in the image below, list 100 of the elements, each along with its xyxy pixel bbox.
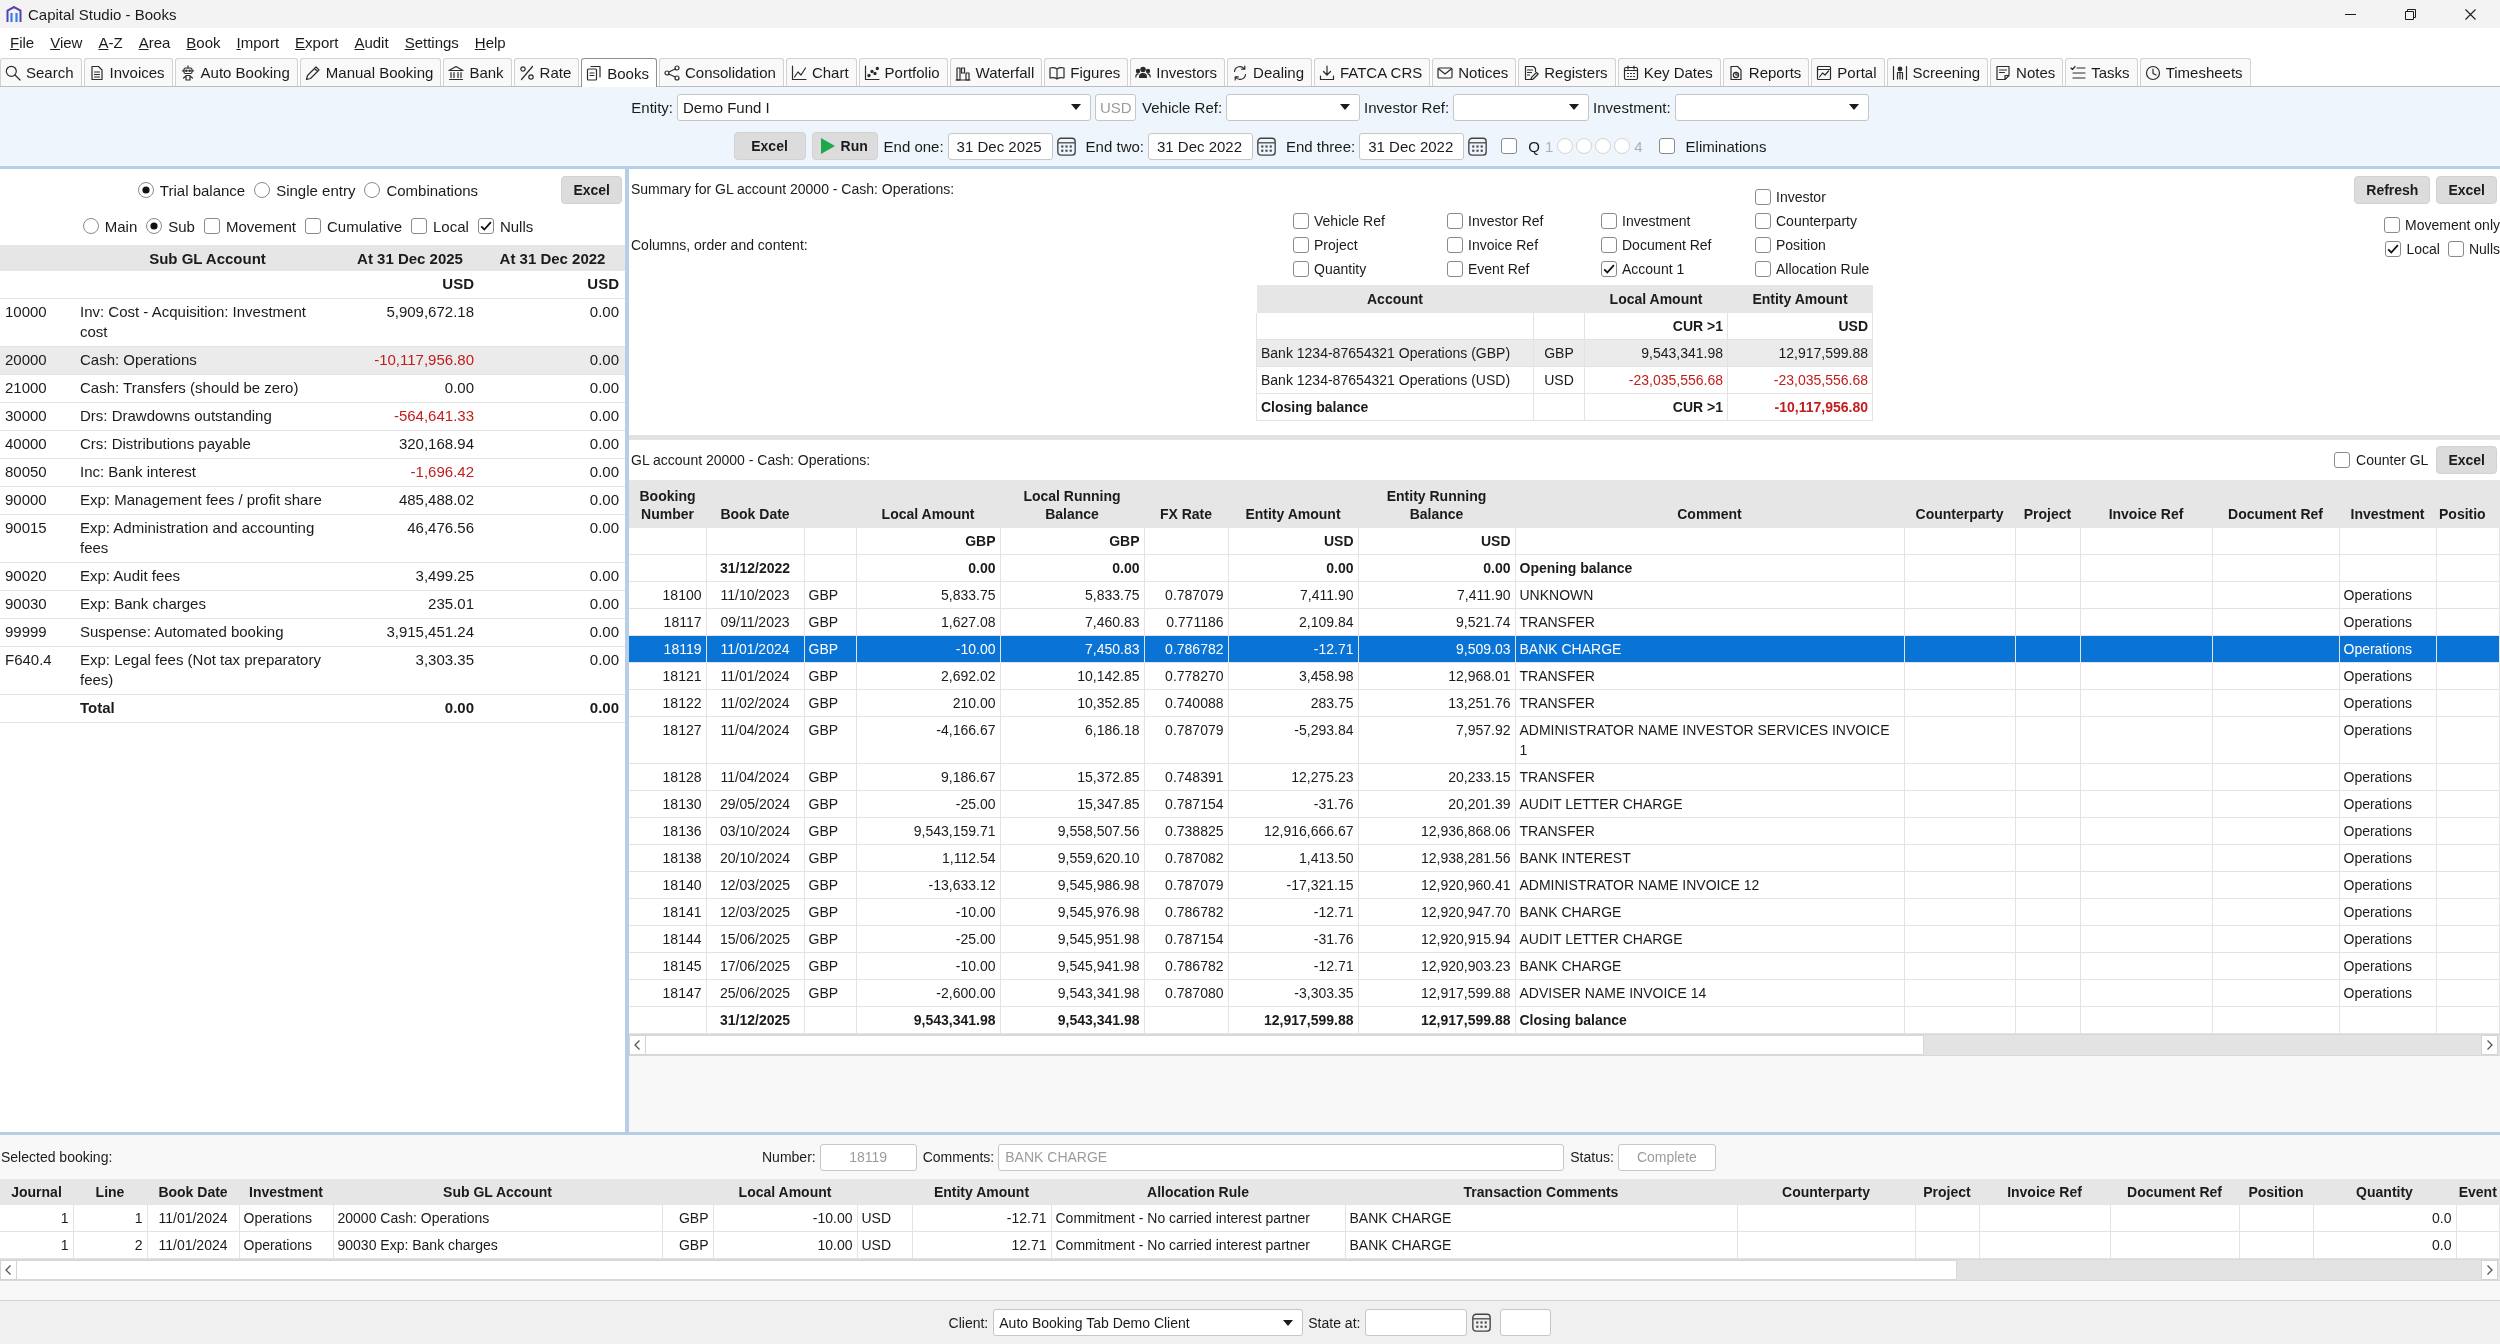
- table-cell: Operations: [2339, 790, 2436, 818]
- table-cell: 0.778270: [1144, 662, 1228, 690]
- table-cell: 15,347.85: [1000, 790, 1144, 818]
- table-cell: Drs: Drawdowns outstanding: [75, 402, 340, 431]
- table-cell: USD: [340, 271, 480, 299]
- table-cell: GBP: [804, 662, 856, 690]
- table-cell: 10,352.85: [1000, 689, 1144, 717]
- table-cell: -10.00: [856, 952, 1000, 980]
- table-cell: 17/06/2025: [706, 952, 804, 980]
- table-cell: 12,275.23: [1228, 763, 1358, 791]
- table-cell: Exp: Administration and accounting fees: [75, 514, 340, 563]
- range-label: 1: [1544, 137, 1554, 155]
- table-cell: 12,920,903.23: [1358, 952, 1515, 980]
- table-cell: 12,917,599.88: [1228, 1006, 1358, 1034]
- table-cell: 15,372.85: [1000, 763, 1144, 791]
- table-cell: 18145: [629, 952, 706, 980]
- table-cell: ADVISER NAME INVOICE 14: [1515, 979, 1904, 1007]
- table-cell: Operations: [2339, 844, 2436, 872]
- table-cell: Cash: Transfers (should be zero): [75, 374, 340, 403]
- column-header: Entity Running Balance: [1358, 480, 1515, 528]
- table-cell: 0.00: [480, 646, 625, 695]
- table-cell: 18117: [629, 608, 706, 636]
- table-cell: GBP: [804, 925, 856, 953]
- table-cell: 9,543,159.71: [856, 817, 1000, 845]
- table-cell: 31/12/2025: [706, 1006, 804, 1034]
- table-cell: BANK INTEREST: [1515, 844, 1904, 872]
- table-cell: 12,938,281.56: [1358, 844, 1515, 872]
- table-cell: Operations: [2339, 871, 2436, 899]
- table-cell: 18130: [629, 790, 706, 818]
- table-cell: 2,109.84: [1228, 608, 1358, 636]
- field-label: End two:: [1085, 137, 1144, 155]
- table-cell: -25.00: [856, 790, 1000, 818]
- table-cell: -3,303.35: [1228, 979, 1358, 1007]
- table-cell: 12,917,599.88: [1727, 339, 1873, 367]
- table-cell: 12,920,947.70: [1358, 898, 1515, 926]
- table-cell: Closing balance: [1515, 1006, 1904, 1034]
- table-cell: -10.00: [856, 635, 1000, 663]
- table-cell: 90015: [0, 514, 75, 563]
- table-cell: 0.00: [480, 486, 625, 515]
- table-cell: 20/10/2024: [706, 844, 804, 872]
- table-cell: -1,696.42: [340, 458, 480, 487]
- section-title: Summary for GL account 20000 - Cash: Operations:: [631, 180, 956, 198]
- table-cell: 0.787080: [1144, 979, 1228, 1007]
- table-cell: BANK CHARGE: [1515, 635, 1904, 663]
- table-cell: 18138: [629, 844, 706, 872]
- table-cell: Exp: Bank charges: [75, 590, 340, 619]
- table-cell: 25/06/2025: [706, 979, 804, 1007]
- table-cell: 7,450.83: [1000, 635, 1144, 663]
- table-cell: 0.00: [480, 458, 625, 487]
- table-cell: 13,251.76: [1358, 689, 1515, 717]
- table-cell: 9,509.03: [1358, 635, 1515, 663]
- table-cell: AUDIT LETTER CHARGE: [1515, 790, 1904, 818]
- table-cell: -12.71: [912, 1205, 1051, 1232]
- table-cell: Bank 1234-87654321 Operations (GBP): [1256, 339, 1534, 367]
- table-cell: 29/05/2024: [706, 790, 804, 818]
- table-cell: 31/12/2022: [706, 554, 804, 582]
- table-cell: Operations: [2339, 635, 2436, 663]
- table-cell: 235.01: [340, 590, 480, 619]
- table-cell: ADMINISTRATOR NAME INVOICE 12: [1515, 871, 1904, 899]
- table-cell: 320,168.94: [340, 430, 480, 459]
- table-cell: GBP: [1533, 339, 1585, 367]
- table-cell: 0.00: [340, 374, 480, 403]
- table-cell: -10,117,956.80: [340, 346, 480, 375]
- table-cell: 18136: [629, 817, 706, 845]
- table-cell: USD: [1533, 366, 1585, 394]
- table-cell: 20,201.39: [1358, 790, 1515, 818]
- table-cell: 90030: [0, 590, 75, 619]
- column-header: Account: [1256, 285, 1534, 313]
- column-header: Counterparty: [1904, 480, 2015, 528]
- field-label: State at:: [1308, 1314, 1361, 1331]
- table-cell: 7,957.92: [1358, 716, 1515, 764]
- column-header: Comment: [1515, 480, 1904, 528]
- table-cell: 7,411.90: [1228, 581, 1358, 609]
- table-cell: 9,545,976.98: [1000, 898, 1144, 926]
- column-header: Line: [73, 1179, 147, 1205]
- table-cell: 11/02/2024: [706, 689, 804, 717]
- table-cell: UNKNOWN: [1515, 581, 1904, 609]
- table-cell: Inv: Cost - Acquisition: Investment cost: [75, 298, 340, 347]
- table-cell: 0.00: [480, 430, 625, 459]
- table-cell: 5,833.75: [856, 581, 1000, 609]
- table-cell: Exp: Legal fees (Not tax preparatory fees): [75, 646, 340, 695]
- table-cell: -10.00: [713, 1205, 857, 1232]
- table-cell: TRANSFER: [1515, 817, 1904, 845]
- column-header: Invoice Ref: [1979, 1179, 2110, 1205]
- table-cell: -2,600.00: [856, 979, 1000, 1007]
- table-cell: Operations: [2339, 662, 2436, 690]
- table-cell: 7,411.90: [1358, 581, 1515, 609]
- table-cell: Operations: [2339, 716, 2436, 764]
- column-header: Sub GL Account: [75, 245, 340, 271]
- table-cell: -12.71: [1228, 635, 1358, 663]
- table-cell: Exp: Audit fees: [75, 562, 340, 591]
- field-label: Investment:: [1593, 98, 1671, 116]
- table-cell: 0.787079: [1144, 716, 1228, 764]
- table-cell: 18128: [629, 763, 706, 791]
- table-cell: Cash: Operations: [75, 346, 340, 375]
- table-cell: 09/11/2023: [706, 608, 804, 636]
- table-cell: GBP: [804, 763, 856, 791]
- table-cell: Operations: [2339, 817, 2436, 845]
- column-header: Entity Amount: [1727, 285, 1873, 313]
- table-cell: 3,458.98: [1228, 662, 1358, 690]
